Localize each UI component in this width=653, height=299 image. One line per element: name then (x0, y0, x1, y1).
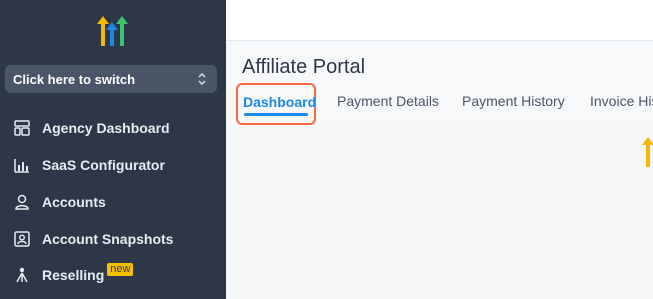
sidebar-item-label: Account Snapshots (42, 231, 174, 247)
arrow-logo-icon (639, 137, 653, 171)
main-content: Affiliate Portal Payment Details Payment… (226, 41, 653, 299)
bar-chart-icon (12, 155, 32, 175)
tab-payment-history[interactable]: Payment History (462, 93, 565, 109)
sidebar-item-label: Reselling (42, 267, 105, 283)
user-icon (12, 192, 32, 212)
account-snapshot-icon (12, 229, 32, 249)
logo-icon (95, 14, 131, 48)
sidebar-item-account-snapshots[interactable]: Account Snapshots (12, 226, 217, 252)
top-bar (226, 0, 653, 41)
new-badge: new (107, 262, 134, 276)
page-title: Affiliate Portal (242, 56, 366, 78)
sidebar-item-saas-configurator[interactable]: SaaS Configurator (12, 152, 217, 178)
reselling-icon (12, 265, 32, 285)
sidebar-item-agency-dashboard[interactable]: Agency Dashboard (12, 115, 217, 141)
account-switcher[interactable]: Click here to switch (5, 65, 217, 93)
active-tab-indicator (244, 113, 308, 116)
sidebar-item-label: Accounts (42, 194, 106, 210)
sidebar-item-accounts[interactable]: Accounts (12, 189, 217, 215)
dashboard-icon (12, 118, 32, 138)
sidebar: Click here to switch Agency Dashboard Sa… (0, 0, 226, 299)
sidebar-item-label: SaaS Configurator (42, 157, 165, 173)
tab-payment-details[interactable]: Payment Details (337, 93, 439, 109)
sidebar-item-reselling[interactable]: Reselling new (12, 262, 217, 288)
sidebar-item-label: Agency Dashboard (42, 120, 170, 136)
tab-invoice-history[interactable]: Invoice His (590, 93, 653, 109)
dashboard-content (226, 125, 653, 299)
switcher-label: Click here to switch (13, 71, 136, 87)
tab-dashboard-label: Dashboard (243, 94, 317, 110)
tab-dashboard[interactable]: Dashboard (236, 83, 316, 125)
chevron-up-down-icon (198, 72, 206, 86)
